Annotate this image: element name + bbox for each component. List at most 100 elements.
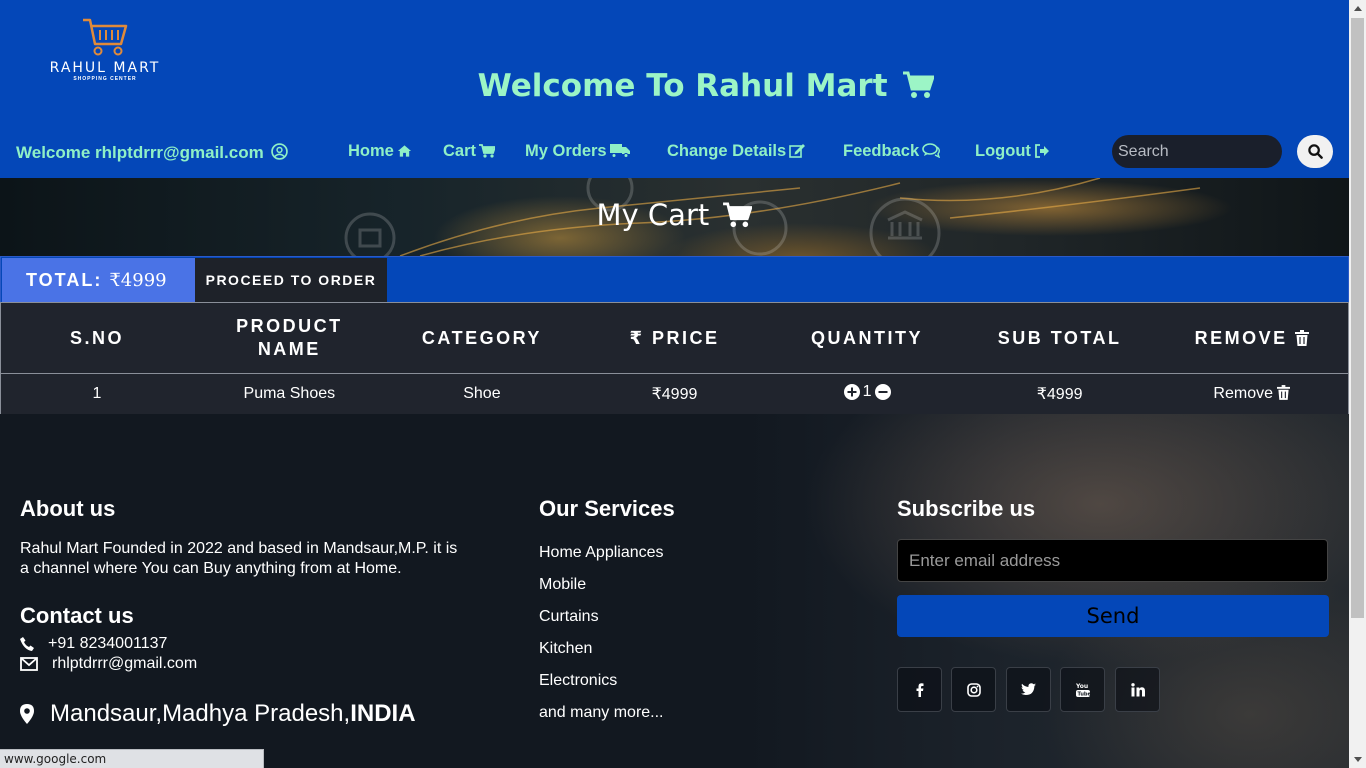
- contact-phone-text: +91 8234001137: [48, 635, 168, 652]
- nav-change-details[interactable]: Change Details: [667, 142, 806, 161]
- contact-address: Mandsaur,Madhya Pradesh, INDIA: [20, 700, 416, 728]
- comments-icon: [922, 143, 941, 159]
- scroll-down-arrow-icon[interactable]: [1349, 751, 1366, 768]
- list-item[interactable]: Home Appliances: [539, 544, 664, 576]
- cart-icon: [903, 71, 936, 98]
- cart-total: TOTAL: ₹4999: [2, 258, 195, 302]
- edit-icon: [789, 144, 806, 158]
- instagram-button[interactable]: [951, 667, 996, 712]
- twitter-button[interactable]: [1006, 667, 1051, 712]
- services-heading: Our Services: [539, 496, 675, 521]
- list-item[interactable]: Mobile: [539, 576, 664, 608]
- cell-subtotal: ₹4999: [963, 373, 1156, 415]
- envelope-icon: [20, 657, 38, 671]
- user-greeting[interactable]: Welcome rhlptdrrr@gmail.com: [16, 143, 289, 163]
- truck-icon: [609, 144, 630, 158]
- nav-my-orders[interactable]: My Orders: [525, 142, 631, 161]
- nav-change-details-label: Change Details: [667, 142, 787, 160]
- cell-price: ₹4999: [578, 373, 771, 415]
- list-item[interactable]: Electronics: [539, 672, 664, 704]
- linkedin-icon: [1130, 682, 1145, 696]
- quantity-value: 1: [862, 383, 872, 400]
- column-header-product-name-text: PRODUCT NAME: [236, 316, 343, 359]
- footer: About us Rahul Mart Founded in 2022 and …: [0, 414, 1349, 768]
- scrollbar-thumb[interactable]: [1351, 18, 1364, 618]
- nav-logout-label: Logout: [975, 142, 1031, 160]
- remove-item-link[interactable]: Remove: [1213, 385, 1291, 402]
- address-country: INDIA: [350, 700, 416, 727]
- about-heading: About us: [20, 496, 116, 521]
- contact-email-text: rhlptdrrr@gmail.com: [52, 655, 198, 672]
- page-title-text: My Cart: [596, 198, 710, 232]
- column-header-category: CATEGORY: [385, 302, 579, 374]
- cell-quantity: 1: [770, 373, 964, 415]
- subscribe-email-input[interactable]: [897, 539, 1328, 582]
- list-item[interactable]: Kitchen: [539, 640, 664, 672]
- shopping-cart-logo-icon: [83, 18, 128, 56]
- phone-icon: [20, 637, 34, 651]
- contact-phone: +91 8234001137: [20, 635, 167, 653]
- list-item[interactable]: Curtains: [539, 608, 664, 640]
- column-header-product-name: PRODUCT NAME: [193, 302, 386, 374]
- decrease-quantity-icon[interactable]: [874, 384, 891, 400]
- cell-remove: Remove: [1155, 373, 1349, 415]
- column-header-subtotal: SUB TOTAL: [963, 302, 1156, 374]
- user-circle-icon: [271, 143, 289, 160]
- cart-total-label: TOTAL:: [26, 270, 103, 290]
- list-item[interactable]: and many more...: [539, 704, 664, 736]
- scroll-up-arrow-icon[interactable]: [1349, 0, 1366, 17]
- instagram-icon: [966, 682, 981, 697]
- trash-icon: [1277, 385, 1291, 400]
- remove-item-label: Remove: [1213, 385, 1273, 402]
- about-text: Rahul Mart Founded in 2022 and based in …: [20, 540, 458, 577]
- page-title: My Cart: [0, 198, 1349, 232]
- nav-cart[interactable]: Cart: [443, 142, 497, 161]
- table-header-row: S.NO PRODUCT NAME CATEGORY ₹ PRICE QUANT…: [0, 302, 1349, 374]
- facebook-button[interactable]: [897, 667, 942, 712]
- youtube-icon: YouTube: [1075, 683, 1090, 697]
- send-button[interactable]: Send: [897, 595, 1329, 637]
- column-header-sno: S.NO: [0, 302, 194, 374]
- column-header-quantity: QUANTITY: [770, 302, 964, 374]
- linkedin-button[interactable]: [1115, 667, 1160, 712]
- welcome-title: Welcome To Rahul Mart: [0, 68, 1366, 104]
- subscribe-heading: Subscribe us: [897, 496, 1036, 521]
- svg-text:Tube: Tube: [1077, 691, 1090, 697]
- nav-logout[interactable]: Logout: [975, 142, 1050, 161]
- column-header-remove: REMOVE: [1155, 302, 1349, 374]
- facebook-icon: [916, 682, 923, 697]
- cell-sno: 1: [0, 373, 194, 415]
- increase-quantity-icon[interactable]: [843, 384, 860, 400]
- column-header-price: ₹ PRICE: [578, 302, 771, 374]
- svg-text:You: You: [1076, 683, 1088, 690]
- table-row: 1 Puma Shoes Shoe ₹4999 1 ₹4999 Remove: [0, 373, 1349, 415]
- map-marker-icon: [20, 704, 34, 724]
- search-input[interactable]: [1112, 135, 1282, 168]
- trash-icon: [1295, 329, 1310, 346]
- welcome-title-text: Welcome To Rahul Mart: [477, 68, 888, 104]
- logout-icon: [1034, 144, 1049, 158]
- home-icon: [397, 145, 411, 157]
- cart-icon: [479, 144, 497, 158]
- nav-home-label: Home: [348, 142, 394, 160]
- cell-product-name: Puma Shoes: [193, 373, 386, 415]
- services-list: Home Appliances Mobile Curtains Kitchen …: [539, 544, 664, 736]
- nav-feedback[interactable]: Feedback: [843, 142, 941, 161]
- youtube-button[interactable]: You Tube: [1060, 667, 1105, 712]
- cart-summary-bar: TOTAL: ₹4999 PROCEED TO ORDER: [0, 256, 1349, 303]
- nav-my-orders-label: My Orders: [525, 142, 607, 160]
- proceed-to-order-button[interactable]: PROCEED TO ORDER: [195, 258, 387, 302]
- cart-icon: [723, 202, 754, 228]
- contact-email: rhlptdrrr@gmail.com: [20, 655, 197, 673]
- nav-home[interactable]: Home: [348, 142, 412, 161]
- contact-heading: Contact us: [20, 603, 134, 628]
- nav-cart-label: Cart: [443, 142, 477, 160]
- address-text: Mandsaur,Madhya Pradesh,: [50, 700, 351, 727]
- search-icon: [1307, 144, 1323, 159]
- cart-total-value: ₹4999: [109, 270, 167, 291]
- cell-category: Shoe: [385, 373, 579, 415]
- cart-table: S.NO PRODUCT NAME CATEGORY ₹ PRICE QUANT…: [0, 302, 1349, 415]
- browser-status-bar: www.google.com: [0, 749, 264, 768]
- search-button[interactable]: [1297, 135, 1333, 168]
- page-banner: My Cart: [0, 178, 1349, 256]
